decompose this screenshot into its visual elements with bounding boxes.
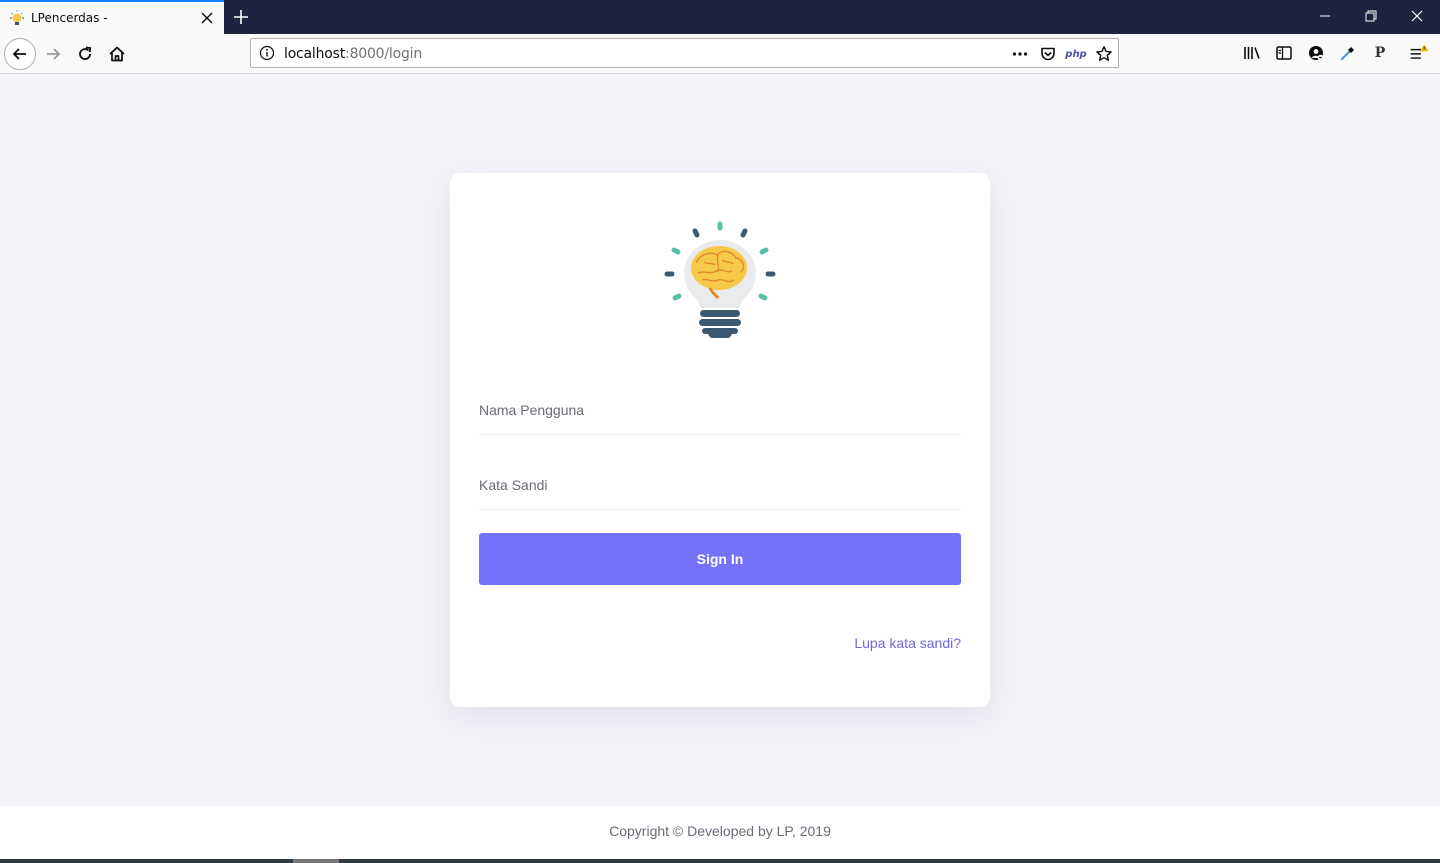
sidebar-icon bbox=[1276, 46, 1292, 60]
account-button[interactable] bbox=[1305, 42, 1327, 64]
bookmark-button[interactable] bbox=[1094, 44, 1114, 64]
minimize-icon[interactable] bbox=[1316, 7, 1334, 25]
arrow-right-icon bbox=[47, 48, 61, 60]
more-dots-icon bbox=[1012, 52, 1028, 56]
library-icon bbox=[1244, 47, 1260, 59]
password-field-wrapper bbox=[479, 460, 961, 510]
bottom-strip bbox=[0, 859, 1440, 863]
color-picker-button[interactable] bbox=[1337, 42, 1359, 64]
new-tab-icon[interactable] bbox=[230, 6, 252, 28]
url-bar[interactable]: localhost:8000/login php bbox=[250, 38, 1119, 68]
star-icon bbox=[1096, 46, 1112, 61]
eyedropper-icon bbox=[1340, 47, 1354, 61]
lightbulb-brain-logo bbox=[664, 221, 776, 338]
hamburger-menu-icon bbox=[1410, 44, 1429, 59]
footer: Copyright © Developed by LP, 2019 bbox=[0, 806, 1440, 859]
url-path: :8000/login bbox=[345, 46, 423, 62]
reload-icon bbox=[79, 46, 92, 60]
php-extension-button[interactable]: php bbox=[1065, 44, 1087, 64]
p-extension-button[interactable]: P bbox=[1369, 42, 1391, 64]
php-badge: php bbox=[1065, 48, 1087, 60]
copyright-text: Copyright © Developed by LP, 2019 bbox=[609, 823, 831, 839]
pocket-button[interactable] bbox=[1038, 44, 1058, 64]
username-input[interactable] bbox=[479, 385, 961, 434]
page-actions-button[interactable] bbox=[1010, 44, 1030, 64]
tab-strip: LPencerdas - bbox=[0, 0, 1440, 34]
username-field-wrapper bbox=[479, 385, 961, 435]
url-text[interactable]: localhost:8000/login bbox=[284, 46, 422, 62]
password-input[interactable] bbox=[479, 460, 961, 509]
forgot-password-link[interactable]: Lupa kata sandi? bbox=[854, 635, 961, 651]
url-host: localhost bbox=[284, 46, 346, 62]
forward-button[interactable] bbox=[37, 38, 69, 70]
sign-in-button[interactable]: Sign In bbox=[479, 533, 961, 585]
info-icon[interactable] bbox=[259, 45, 275, 61]
library-button[interactable] bbox=[1241, 42, 1263, 64]
restore-icon[interactable] bbox=[1362, 7, 1380, 25]
account-icon bbox=[1309, 46, 1324, 61]
home-icon bbox=[109, 46, 125, 62]
pocket-icon bbox=[1041, 47, 1055, 61]
navigation-bar: localhost:8000/login php P bbox=[0, 34, 1440, 74]
horizontal-scrollbar-thumb[interactable] bbox=[293, 859, 339, 863]
lightbulb-favicon-icon bbox=[10, 10, 24, 25]
arrow-left-icon bbox=[12, 48, 26, 60]
close-tab-icon[interactable] bbox=[198, 9, 216, 27]
browser-tab[interactable]: LPencerdas - bbox=[0, 0, 224, 34]
back-button[interactable] bbox=[4, 38, 36, 70]
close-window-icon[interactable] bbox=[1408, 7, 1426, 25]
tab-title: LPencerdas - bbox=[31, 11, 108, 25]
home-button[interactable] bbox=[101, 38, 133, 70]
page-content: Sign In Lupa kata sandi? bbox=[0, 75, 1440, 806]
sidebar-button[interactable] bbox=[1273, 42, 1295, 64]
menu-button[interactable] bbox=[1409, 42, 1431, 64]
login-card: Sign In Lupa kata sandi? bbox=[450, 173, 990, 707]
reload-button[interactable] bbox=[69, 38, 101, 70]
